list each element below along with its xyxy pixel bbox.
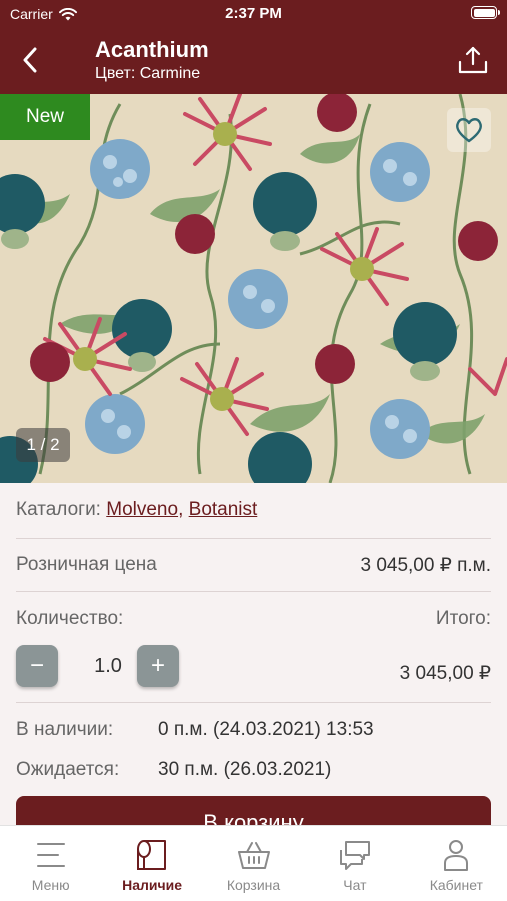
product-image-gallery[interactable]: New 1 / 2 [0, 94, 507, 483]
quantity-header-row: Количество: Итого: [16, 608, 491, 630]
tab-label: Наличие [122, 877, 183, 893]
navigation-bar: Acanthium Цвет: Carmine [0, 28, 507, 94]
in-stock-label: В наличии: [16, 719, 114, 740]
basket-icon [237, 842, 270, 869]
retail-price-value: 3 045,00 ₽ п.м. [360, 555, 491, 576]
catalogs-row: Каталоги: Molveno, Botanist [16, 499, 491, 521]
tab-availability[interactable]: Наличие [101, 826, 202, 901]
expected-value: 30 п.м. (26.03.2021) [158, 759, 332, 780]
chat-icon [339, 841, 370, 870]
tab-bar: Меню Наличие Корзина Чат Кабинет [0, 825, 507, 901]
new-badge: New [0, 94, 90, 140]
divider [16, 702, 491, 703]
divider [16, 538, 491, 539]
quantity-value[interactable]: 1.0 [78, 655, 138, 678]
catalogs-label: Каталоги: [16, 499, 101, 520]
retail-price-row: Розничная цена 3 045,00 ₽ п.м. [16, 554, 491, 576]
tab-label: Корзина [226, 877, 281, 893]
quantity-stepper: − 1.0 + 3 045,00 ₽ [16, 645, 491, 689]
divider [16, 591, 491, 592]
status-bar: Carrier 2:37 PM [0, 0, 507, 28]
total-value: 3 045,00 ₽ [399, 663, 491, 684]
fabric-roll-icon [137, 840, 167, 870]
increment-button[interactable]: + [137, 645, 179, 687]
retail-price-label: Розничная цена [16, 554, 157, 575]
product-title: Acanthium [95, 37, 209, 62]
catalog-separator: , [178, 499, 184, 520]
quantity-label: Количество: [16, 608, 124, 629]
total-label: Итого: [435, 608, 491, 629]
battery-icon [471, 6, 500, 19]
tab-cart[interactable]: Корзина [203, 826, 304, 901]
favorite-button[interactable] [447, 108, 491, 152]
chevron-left-icon [23, 47, 37, 73]
catalog-link-botanist[interactable]: Botanist [189, 499, 258, 520]
expected-label: Ожидается: [16, 759, 120, 780]
decrement-button[interactable]: − [16, 645, 58, 687]
tab-menu[interactable]: Меню [0, 826, 101, 901]
tab-label: Меню [31, 877, 70, 893]
clock: 2:37 PM [225, 5, 282, 22]
tab-label: Кабинет [429, 877, 483, 893]
catalog-link-molveno[interactable]: Molveno [106, 499, 178, 520]
back-button[interactable] [10, 40, 50, 80]
person-icon [444, 840, 469, 871]
share-button[interactable] [455, 42, 491, 78]
in-stock-value: 0 п.м. (24.03.2021) 13:53 [158, 719, 374, 740]
thistle-fabric-image [0, 94, 507, 483]
heart-icon [456, 118, 482, 143]
in-stock-row: В наличии: 0 п.м. (24.03.2021) 13:53 [16, 719, 491, 741]
product-details: Каталоги: Molveno, Botanist Розничная це… [0, 483, 507, 852]
product-color: Цвет: Carmine [95, 65, 201, 82]
image-page-indicator: 1 / 2 [16, 428, 70, 462]
tab-label: Чат [343, 877, 367, 893]
expected-row: Ожидается: 30 п.м. (26.03.2021) [16, 759, 491, 781]
menu-icon [36, 843, 65, 867]
tab-chat[interactable]: Чат [304, 826, 405, 901]
tab-account[interactable]: Кабинет [406, 826, 507, 901]
share-icon [458, 46, 488, 74]
